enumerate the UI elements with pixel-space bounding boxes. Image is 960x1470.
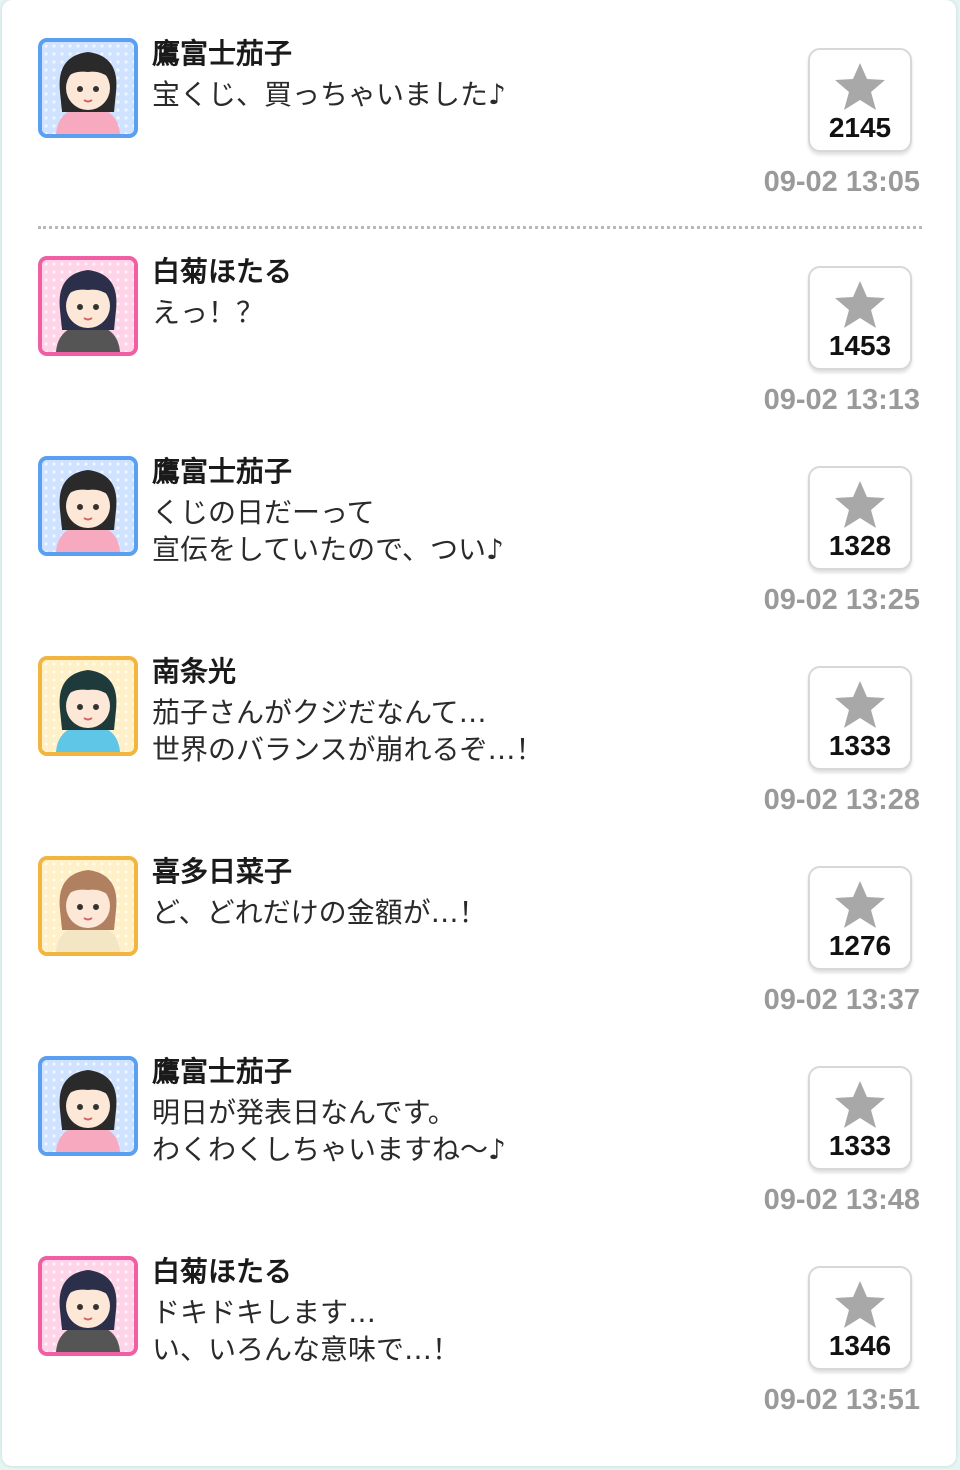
star-icon — [835, 481, 885, 528]
star-icon — [835, 281, 885, 328]
author-name: 白菊ほたる — [152, 1255, 293, 1288]
comment-line: ドキドキします… — [152, 1296, 377, 1329]
comment-line: い、いろんな意味で…！ — [152, 1333, 461, 1366]
like-button[interactable]: 1453 — [808, 266, 912, 370]
avatar[interactable] — [38, 38, 138, 138]
comment-line: 茄子さんがクジだなんて… — [152, 696, 487, 729]
comment-text: 明日が発表日なんです。わくわくしちゃいますね～♪ — [152, 1094, 506, 1168]
timestamp: 09-02 13:51 — [763, 1384, 920, 1416]
comment-line: えっ！？ — [152, 296, 265, 329]
like-button[interactable]: 1328 — [808, 466, 912, 570]
timestamp: 09-02 13:25 — [763, 584, 920, 616]
like-button[interactable]: 1333 — [808, 1066, 912, 1170]
author-name: 鷹富士茄子 — [152, 37, 293, 70]
comment-text: ど、どれだけの金額が…！ — [152, 894, 487, 931]
comment-text: くじの日だーって宣伝をしていたので、つい♪ — [152, 494, 504, 568]
star-icon — [835, 1081, 885, 1128]
avatar[interactable] — [38, 1056, 138, 1156]
timestamp: 09-02 13:37 — [763, 984, 920, 1016]
comment-item: 白菊ほたるえっ！？ 1453 09-02 13:13 — [2, 218, 956, 418]
like-count: 1333 — [828, 730, 892, 761]
comment-text: 宝くじ、買っちゃいました♪ — [152, 76, 506, 113]
comment-item: 喜多日菜子ど、どれだけの金額が…！ 1276 09-02 13:37 — [2, 818, 956, 1018]
comment-item: 鷹富士茄子宝くじ、買っちゃいました♪ 2145 09-02 13:05 — [2, 0, 956, 229]
timestamp: 09-02 13:28 — [763, 784, 920, 816]
like-button[interactable]: 2145 — [808, 48, 912, 152]
like-button[interactable]: 1276 — [808, 866, 912, 970]
comment-line: 明日が発表日なんです。 — [152, 1096, 456, 1129]
star-icon — [835, 1281, 885, 1328]
comment-line: ど、どれだけの金額が…！ — [152, 896, 487, 929]
like-count: 1453 — [828, 330, 892, 361]
avatar[interactable] — [38, 656, 138, 756]
timestamp: 09-02 13:05 — [763, 166, 920, 198]
author-name: 鷹富士茄子 — [152, 1055, 293, 1088]
author-name: 喜多日菜子 — [152, 855, 293, 888]
author-name: 鷹富士茄子 — [152, 455, 293, 488]
timestamp: 09-02 13:48 — [763, 1184, 920, 1216]
avatar[interactable] — [38, 256, 138, 356]
comment-item: 南条光茄子さんがクジだなんて… 世界のバランスが崩れるぞ…！ 1333 09-02 1… — [2, 618, 956, 818]
author-name: 白菊ほたる — [152, 255, 293, 288]
comment-line: 世界のバランスが崩れるぞ…！ — [152, 733, 544, 766]
avatar[interactable] — [38, 456, 138, 556]
star-icon — [835, 881, 885, 928]
comment-line: くじの日だーって — [152, 496, 375, 529]
comment-line: 宝くじ、買っちゃいました♪ — [152, 78, 506, 111]
avatar[interactable] — [38, 1256, 138, 1356]
like-count: 1333 — [828, 1130, 892, 1161]
like-count: 1346 — [828, 1330, 892, 1361]
star-icon — [835, 681, 885, 728]
like-count: 2145 — [828, 112, 892, 143]
comment-item: 白菊ほたるドキドキします… い、いろんな意味で…！ 1346 09-02 13:51 — [2, 1218, 956, 1418]
like-count: 1328 — [828, 530, 892, 561]
like-count: 1276 — [828, 930, 892, 961]
avatar[interactable] — [38, 856, 138, 956]
star-icon — [835, 63, 885, 110]
timestamp: 09-02 13:13 — [763, 384, 920, 416]
comment-item: 鷹富士茄子くじの日だーって宣伝をしていたので、つい♪ 1328 09-02 13:2… — [2, 418, 956, 618]
comment-line: わくわくしちゃいますね～♪ — [152, 1133, 506, 1166]
like-button[interactable]: 1346 — [808, 1266, 912, 1370]
comment-text: 茄子さんがクジだなんて… 世界のバランスが崩れるぞ…！ — [152, 694, 543, 768]
comment-text: えっ！？ — [152, 294, 264, 331]
comment-item: 鷹富士茄子明日が発表日なんです。わくわくしちゃいますね～♪ 1333 09-02 1… — [2, 1018, 956, 1218]
comment-line: 宣伝をしていたので、つい♪ — [152, 533, 504, 566]
like-button[interactable]: 1333 — [808, 666, 912, 770]
comment-feed: 鷹富士茄子 宝くじ、買っちゃいました♪ 2145 09-02 13:05 白菊ほたる えっ… — [2, 0, 956, 1466]
author-name: 南条光 — [152, 655, 237, 688]
comment-text: ドキドキします… い、いろんな意味で…！ — [152, 1294, 460, 1368]
